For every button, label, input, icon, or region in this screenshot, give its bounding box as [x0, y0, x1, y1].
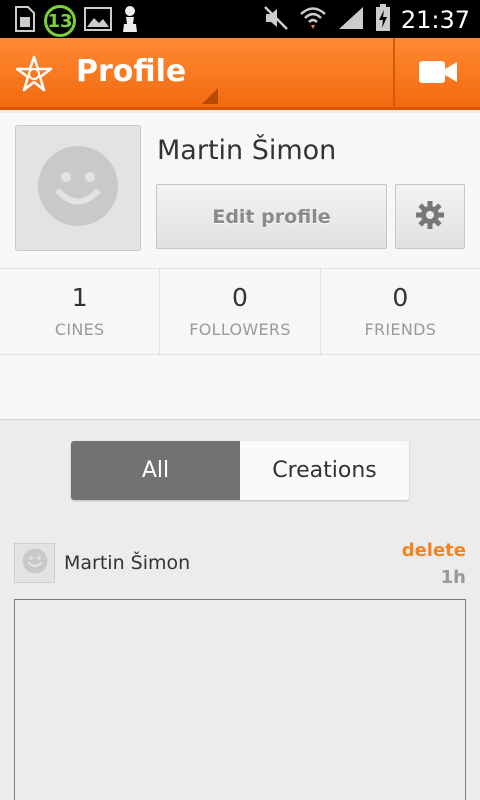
action-bar: Profile	[0, 38, 480, 110]
stat-friends[interactable]: 0 FRIENDS	[319, 269, 480, 354]
page-title[interactable]: Profile	[76, 54, 186, 89]
feed-author-name[interactable]: Martin Šimon	[64, 552, 190, 574]
signal-icon	[337, 5, 365, 35]
stat-label: CINES	[54, 320, 105, 339]
profile-stats: 1 CINES 0 FOLLOWERS 0 FRIENDS	[0, 268, 480, 355]
stat-cines[interactable]: 1 CINES	[0, 269, 159, 354]
mute-icon	[263, 5, 289, 35]
battery-charging-icon	[375, 4, 391, 36]
delete-link[interactable]: delete	[402, 540, 466, 561]
smiley-avatar-icon	[37, 145, 119, 231]
status-bar: 13 21:37	[0, 0, 480, 38]
tab-all[interactable]: All	[71, 441, 240, 500]
gear-icon	[415, 200, 445, 234]
video-thumbnail[interactable]	[14, 599, 466, 800]
post-timestamp: 1h	[440, 567, 466, 588]
stat-label: FOLLOWERS	[189, 320, 291, 339]
stat-value: 0	[232, 283, 248, 312]
image-icon	[84, 7, 112, 35]
status-time: 21:37	[400, 6, 470, 34]
notification-count-badge: 13	[44, 5, 76, 37]
video-camera-icon	[418, 59, 458, 89]
stat-label: FRIENDS	[364, 320, 437, 339]
stat-value: 1	[71, 283, 88, 312]
profile-card: Martin Šimon Edit profile 1 CINES 0 FOLL…	[0, 113, 480, 420]
edit-profile-button[interactable]: Edit profile	[156, 184, 387, 249]
smiley-avatar-icon	[22, 548, 48, 578]
tab-creations[interactable]: Creations	[240, 441, 409, 500]
profile-name: Martin Šimon	[157, 135, 337, 166]
vine-star-logo-icon[interactable]	[14, 54, 54, 94]
stat-followers[interactable]: 0 FOLLOWERS	[159, 269, 319, 354]
sim-icon	[14, 5, 36, 37]
stat-value: 0	[392, 283, 409, 312]
feed-author-avatar[interactable]	[14, 543, 55, 583]
avatar[interactable]	[15, 125, 141, 251]
chess-pawn-icon	[120, 4, 140, 38]
settings-button[interactable]	[395, 184, 465, 249]
dropdown-caret-icon	[202, 88, 218, 104]
wifi-icon	[299, 5, 327, 35]
feed-filter-tabs: All Creations	[71, 441, 409, 500]
video-camera-button[interactable]	[395, 38, 480, 110]
